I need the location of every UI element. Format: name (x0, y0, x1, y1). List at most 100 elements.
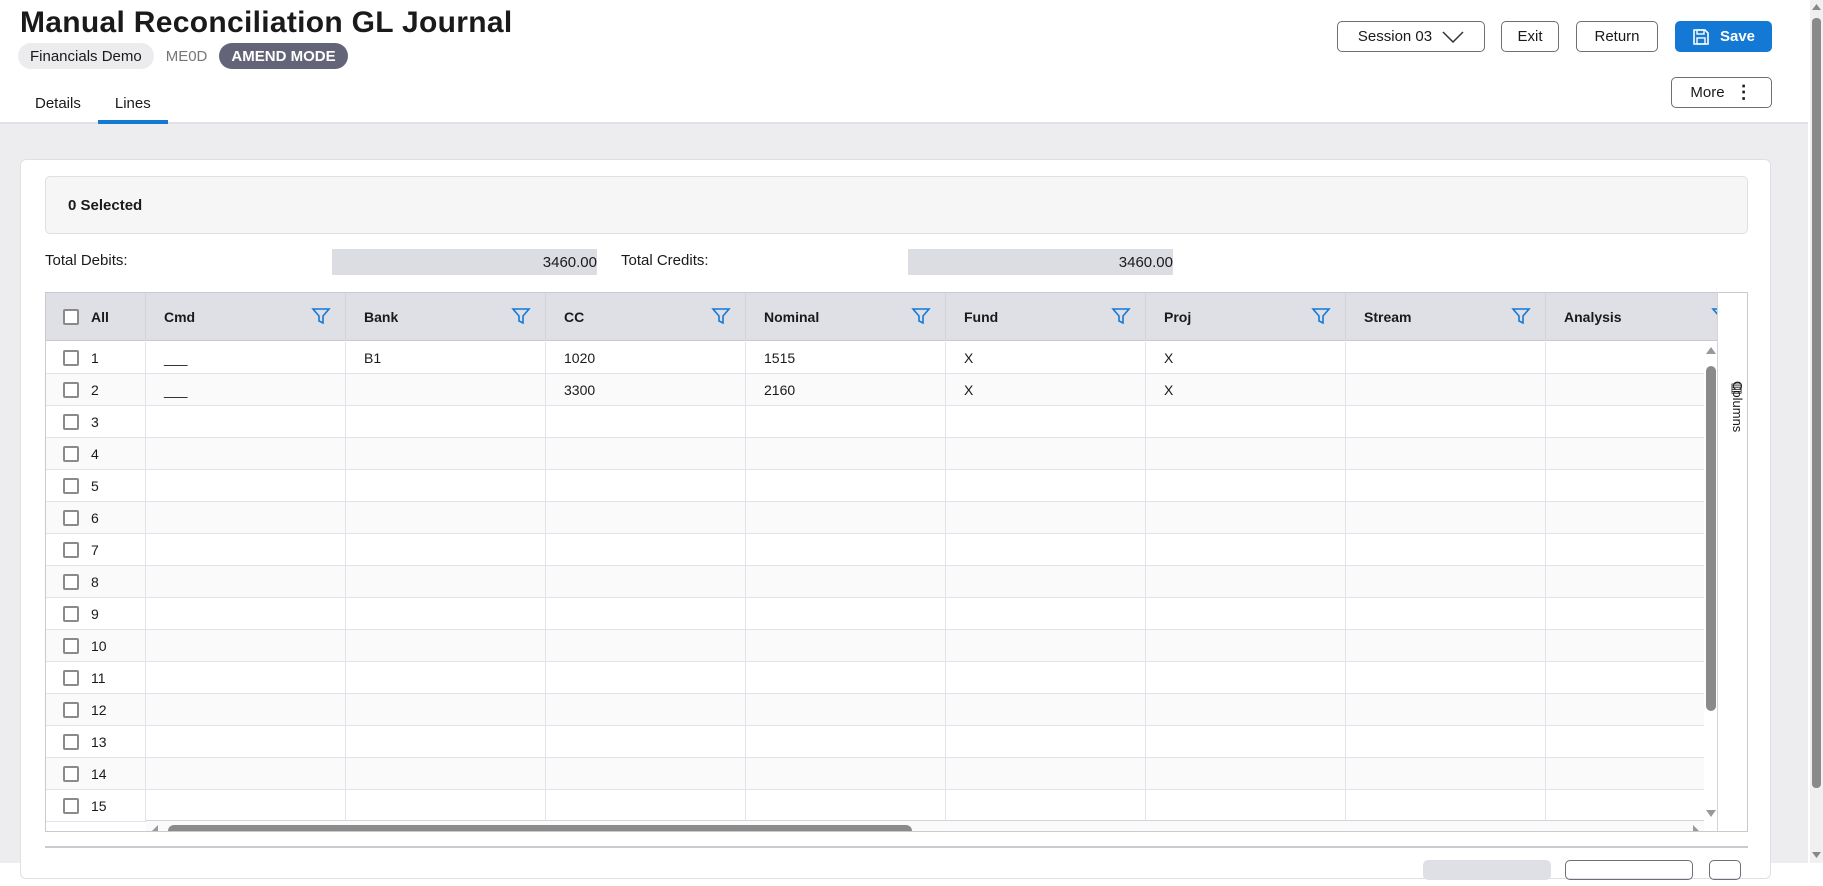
cell-nominal[interactable] (746, 598, 946, 629)
cell-nominal[interactable] (746, 726, 946, 757)
filter-icon[interactable] (511, 306, 531, 326)
cell-stream[interactable] (1346, 406, 1546, 437)
cell-bank[interactable] (346, 502, 546, 533)
cell-cc[interactable]: 3300 (546, 374, 746, 405)
cell-fund[interactable] (946, 502, 1146, 533)
cell-cc[interactable] (546, 662, 746, 693)
cell-cmd[interactable] (146, 502, 346, 533)
cell-cc[interactable] (546, 790, 746, 821)
cell-proj[interactable] (1146, 726, 1346, 757)
table-row[interactable]: 5 (46, 470, 1746, 502)
cell-stream[interactable] (1346, 502, 1546, 533)
cell-bank[interactable] (346, 406, 546, 437)
cell-fund[interactable]: X (946, 374, 1146, 405)
row-checkbox[interactable] (63, 477, 79, 494)
cell-cc[interactable] (546, 726, 746, 757)
tab-details[interactable]: Details (18, 84, 98, 122)
row-checkbox[interactable] (63, 541, 79, 558)
cell-bank[interactable] (346, 566, 546, 597)
save-button[interactable]: Save (1675, 21, 1772, 52)
cell-cc[interactable] (546, 758, 746, 789)
cell-fund[interactable] (946, 406, 1146, 437)
cell-stream[interactable] (1346, 694, 1546, 725)
cell-nominal[interactable] (746, 630, 946, 661)
cell-proj[interactable] (1146, 630, 1346, 661)
cell-cc[interactable] (546, 694, 746, 725)
cell-proj[interactable] (1146, 534, 1346, 565)
column-header-nominal[interactable]: Nominal (746, 293, 946, 341)
cell-nominal[interactable] (746, 662, 946, 693)
filter-icon[interactable] (311, 306, 331, 326)
cell-cmd[interactable] (146, 630, 346, 661)
column-header-cmd[interactable]: Cmd (146, 293, 346, 341)
filter-icon[interactable] (1511, 306, 1531, 326)
row-checkbox[interactable] (63, 573, 79, 590)
cell-cmd[interactable] (146, 438, 346, 469)
cell-fund[interactable] (946, 630, 1146, 661)
cell-proj[interactable] (1146, 790, 1346, 821)
cell-proj[interactable] (1146, 502, 1346, 533)
cell-bank[interactable] (346, 630, 546, 661)
cell-bank[interactable] (346, 534, 546, 565)
cell-proj[interactable] (1146, 566, 1346, 597)
table-row[interactable]: 15 (46, 790, 1746, 822)
cell-cmd[interactable] (146, 790, 346, 821)
cell-proj[interactable] (1146, 470, 1346, 501)
cell-stream[interactable] (1346, 534, 1546, 565)
table-row[interactable]: 10 (46, 630, 1746, 662)
cell-bank[interactable] (346, 374, 546, 405)
cell-proj[interactable]: X (1146, 342, 1346, 373)
cell-stream[interactable] (1346, 566, 1546, 597)
cell-nominal[interactable] (746, 406, 946, 437)
row-checkbox[interactable] (63, 605, 79, 622)
cell-cmd[interactable]: ___ (146, 342, 346, 373)
filter-icon[interactable] (911, 306, 931, 326)
cell-fund[interactable] (946, 470, 1146, 501)
table-row[interactable]: 11 (46, 662, 1746, 694)
cell-cmd[interactable] (146, 662, 346, 693)
cell-nominal[interactable] (746, 790, 946, 821)
table-row[interactable]: 12 (46, 694, 1746, 726)
cell-nominal[interactable] (746, 502, 946, 533)
cell-fund[interactable]: X (946, 342, 1146, 373)
cell-proj[interactable]: X (1146, 374, 1346, 405)
tab-lines[interactable]: Lines (97, 84, 168, 124)
cell-nominal[interactable] (746, 694, 946, 725)
cell-cmd[interactable] (146, 598, 346, 629)
cell-cc[interactable] (546, 534, 746, 565)
cell-stream[interactable] (1346, 662, 1546, 693)
columns-panel-toggle[interactable]: ▤ Columns (1717, 293, 1747, 831)
cell-cmd[interactable] (146, 406, 346, 437)
cell-stream[interactable] (1346, 342, 1546, 373)
table-row[interactable]: 8 (46, 566, 1746, 598)
cell-fund[interactable] (946, 790, 1146, 821)
row-checkbox[interactable] (63, 765, 79, 782)
table-row[interactable]: 14 (46, 758, 1746, 790)
table-row[interactable]: 13 (46, 726, 1746, 758)
row-checkbox[interactable] (63, 381, 79, 398)
vertical-scrollbar[interactable] (1705, 342, 1717, 820)
cell-stream[interactable] (1346, 438, 1546, 469)
disabled-button[interactable] (1423, 860, 1551, 880)
more-button[interactable]: More ⋮ (1671, 77, 1772, 108)
page-scrollbar[interactable] (1810, 0, 1823, 863)
cell-stream[interactable] (1346, 598, 1546, 629)
cell-cc[interactable] (546, 470, 746, 501)
row-checkbox[interactable] (63, 669, 79, 686)
cell-proj[interactable] (1146, 662, 1346, 693)
cell-nominal[interactable] (746, 438, 946, 469)
cell-fund[interactable] (946, 694, 1146, 725)
cell-fund[interactable] (946, 438, 1146, 469)
cell-cmd[interactable] (146, 534, 346, 565)
column-header-fund[interactable]: Fund (946, 293, 1146, 341)
cell-fund[interactable] (946, 758, 1146, 789)
cell-stream[interactable] (1346, 790, 1546, 821)
cell-fund[interactable] (946, 534, 1146, 565)
cell-cmd[interactable] (146, 726, 346, 757)
cell-stream[interactable] (1346, 374, 1546, 405)
cell-proj[interactable] (1146, 694, 1346, 725)
filter-icon[interactable] (1311, 306, 1331, 326)
cell-bank[interactable] (346, 694, 546, 725)
cell-bank[interactable] (346, 470, 546, 501)
toolbar-button[interactable] (1565, 860, 1693, 880)
